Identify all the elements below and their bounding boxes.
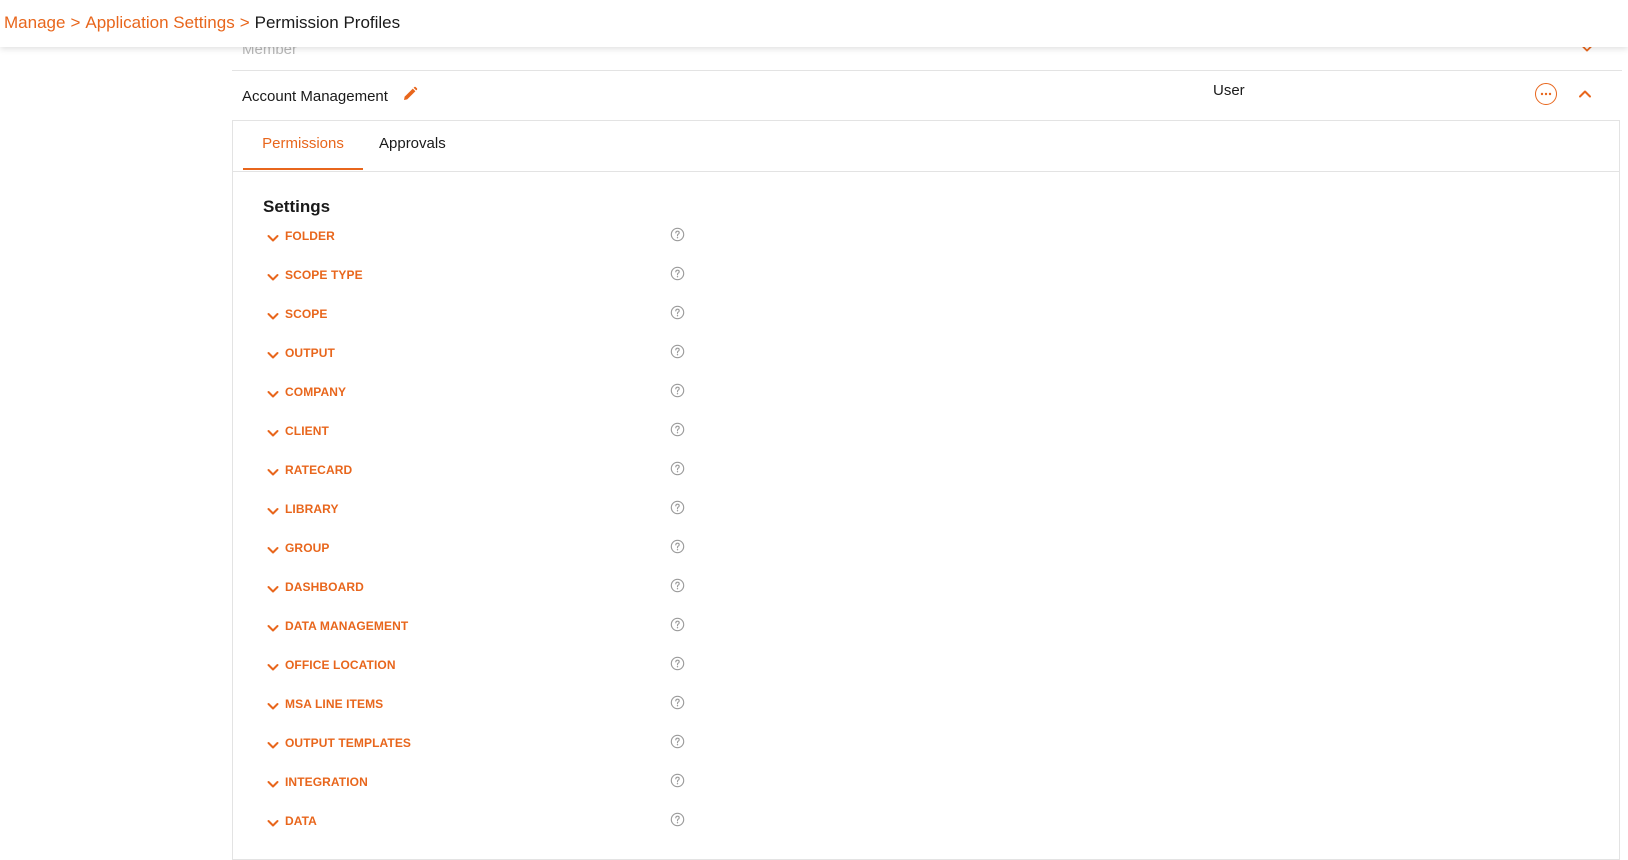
- permission-setting-item[interactable]: FOLDER: [265, 221, 695, 260]
- permission-setting-label: CLIENT: [285, 424, 329, 438]
- permission-setting-label: DATA: [285, 814, 317, 828]
- permission-setting-item[interactable]: DATA MANAGEMENT: [265, 611, 695, 650]
- chevron-down-icon[interactable]: [265, 542, 281, 558]
- permission-setting-item[interactable]: SCOPE TYPE: [265, 260, 695, 299]
- chevron-down-icon[interactable]: [265, 776, 281, 792]
- permission-setting-label: GROUP: [285, 541, 330, 555]
- chevron-down-icon[interactable]: [265, 386, 281, 402]
- question-circle-icon[interactable]: [670, 461, 685, 476]
- permission-setting-label: LIBRARY: [285, 502, 339, 516]
- permission-setting-item[interactable]: OUTPUT: [265, 338, 695, 377]
- question-circle-icon[interactable]: [670, 266, 685, 281]
- question-circle-icon[interactable]: [670, 305, 685, 320]
- chevron-down-icon[interactable]: [1580, 47, 1594, 55]
- breadcrumb-current-page: Permission Profiles: [254, 13, 401, 32]
- top-bar: Manage > Application Settings > Permission P…: [0, 0, 1628, 47]
- permission-setting-item[interactable]: RATECARD: [265, 455, 695, 494]
- chevron-down-icon[interactable]: [265, 347, 281, 363]
- permission-setting-item[interactable]: OUTPUT TEMPLATES: [265, 728, 695, 767]
- permission-setting-label: MSA LINE ITEMS: [285, 697, 384, 711]
- chevron-down-icon[interactable]: [265, 464, 281, 480]
- permission-setting-item[interactable]: DASHBOARD: [265, 572, 695, 611]
- permission-setting-label: COMPANY: [285, 385, 347, 399]
- permission-setting-item[interactable]: MSA LINE ITEMS: [265, 689, 695, 728]
- chevron-down-icon[interactable]: [265, 269, 281, 285]
- question-circle-icon[interactable]: [670, 500, 685, 515]
- permission-setting-item[interactable]: GROUP: [265, 533, 695, 572]
- question-circle-icon[interactable]: [670, 734, 685, 749]
- question-circle-icon[interactable]: [670, 383, 685, 398]
- chevron-up-icon[interactable]: [1577, 86, 1593, 102]
- profile-name: Account Management: [242, 88, 388, 105]
- chevron-down-icon[interactable]: [265, 815, 281, 831]
- tab-permissions[interactable]: Permissions: [243, 121, 363, 170]
- permission-setting-label: FOLDER: [285, 229, 335, 243]
- question-circle-icon[interactable]: [670, 344, 685, 359]
- ellipsis-icon: [1540, 92, 1552, 96]
- breadcrumb-separator: >: [70, 13, 81, 32]
- permission-setting-label: SCOPE TYPE: [285, 268, 363, 282]
- breadcrumb-application-settings-link[interactable]: Application Settings: [85, 13, 234, 32]
- tab-bar: Permissions Approvals: [233, 121, 1619, 172]
- breadcrumb: Manage > Application Settings > Permission P…: [4, 12, 400, 34]
- chevron-down-icon[interactable]: [265, 659, 281, 675]
- question-circle-icon[interactable]: [670, 539, 685, 554]
- permission-settings-list: FOLDER SCOPE TYPE SCOPE OUTPUT COMPANY C…: [265, 221, 695, 845]
- previous-profile-role: Member: [242, 47, 298, 58]
- chevron-down-icon[interactable]: [265, 230, 281, 246]
- permission-setting-label: RATECARD: [285, 463, 353, 477]
- chevron-down-icon[interactable]: [265, 425, 281, 441]
- more-options-button[interactable]: [1535, 83, 1557, 105]
- previous-profile-row[interactable]: Member: [232, 47, 1622, 71]
- permission-setting-label: DASHBOARD: [285, 580, 364, 594]
- permission-setting-label: OFFICE LOCATION: [285, 658, 396, 672]
- chevron-down-icon[interactable]: [265, 698, 281, 714]
- permission-setting-label: OUTPUT: [285, 346, 335, 360]
- permission-setting-label: DATA MANAGEMENT: [285, 619, 409, 633]
- chevron-down-icon[interactable]: [265, 503, 281, 519]
- chevron-down-icon[interactable]: [265, 737, 281, 753]
- profile-details-panel: Permissions Approvals Settings FOLDER SC…: [232, 120, 1620, 860]
- chevron-down-icon[interactable]: [265, 308, 281, 324]
- question-circle-icon[interactable]: [670, 422, 685, 437]
- permission-setting-label: OUTPUT TEMPLATES: [285, 736, 412, 750]
- question-circle-icon[interactable]: [670, 578, 685, 593]
- permission-setting-label: SCOPE: [285, 307, 328, 321]
- chevron-down-icon[interactable]: [265, 620, 281, 636]
- chevron-down-icon[interactable]: [265, 581, 281, 597]
- question-circle-icon[interactable]: [670, 617, 685, 632]
- permission-setting-item[interactable]: COMPANY: [265, 377, 695, 416]
- question-circle-icon[interactable]: [670, 812, 685, 827]
- settings-section-title: Settings: [263, 197, 331, 216]
- permission-setting-item[interactable]: OFFICE LOCATION: [265, 650, 695, 689]
- permission-setting-item[interactable]: SCOPE: [265, 299, 695, 338]
- question-circle-icon[interactable]: [670, 773, 685, 788]
- permission-setting-item[interactable]: CLIENT: [265, 416, 695, 455]
- pencil-icon[interactable]: [402, 86, 418, 102]
- question-circle-icon[interactable]: [670, 695, 685, 710]
- tab-approvals[interactable]: Approvals: [379, 121, 446, 170]
- permission-setting-item[interactable]: INTEGRATION: [265, 767, 695, 806]
- breadcrumb-separator: >: [239, 13, 250, 32]
- profile-role: User: [1213, 82, 1245, 99]
- permission-setting-item[interactable]: DATA: [265, 806, 695, 845]
- permission-setting-label: INTEGRATION: [285, 775, 368, 789]
- breadcrumb-manage-link[interactable]: Manage: [4, 13, 65, 32]
- question-circle-icon[interactable]: [670, 656, 685, 671]
- question-circle-icon[interactable]: [670, 227, 685, 242]
- permission-setting-item[interactable]: LIBRARY: [265, 494, 695, 533]
- profile-row-account-management: Account Management User: [232, 71, 1622, 119]
